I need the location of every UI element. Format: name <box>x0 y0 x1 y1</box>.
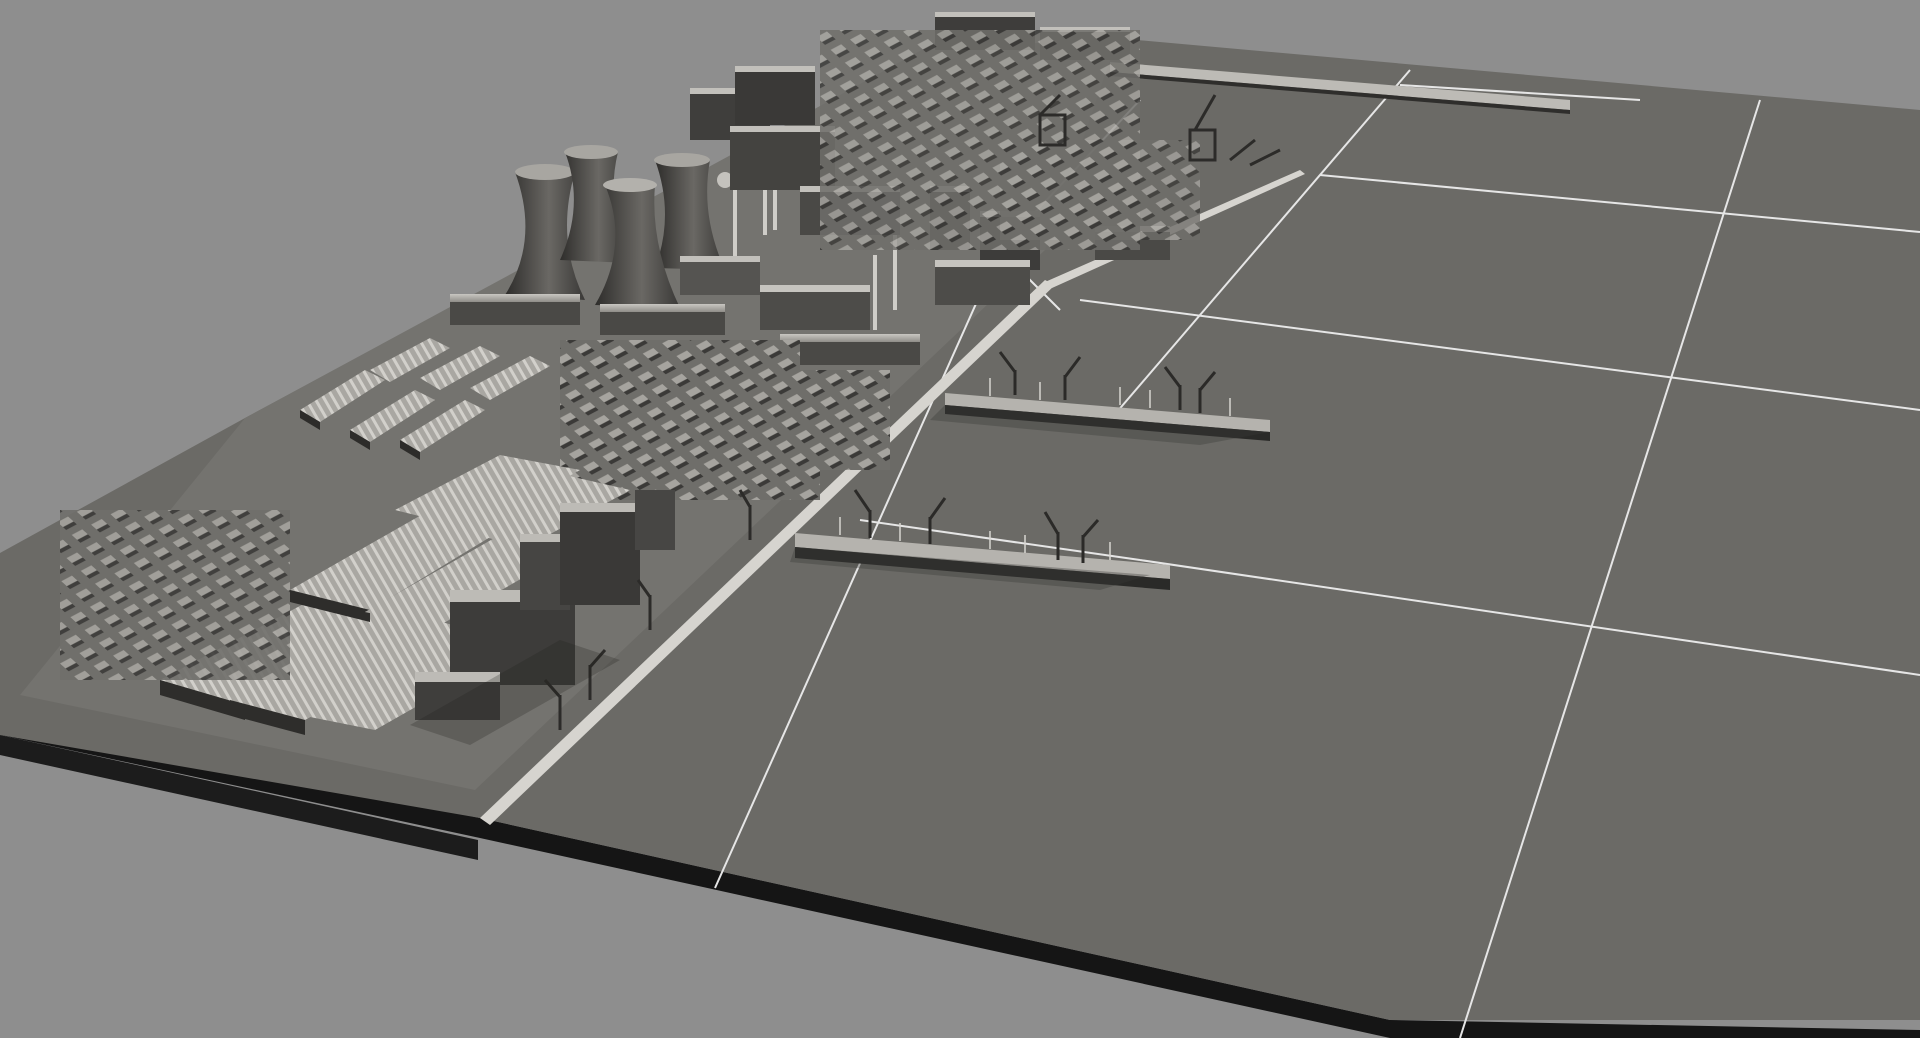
industrial-port-scene <box>0 0 1920 1038</box>
container-stacks <box>60 510 290 680</box>
mid-right-yard-clutter <box>1000 140 1200 240</box>
